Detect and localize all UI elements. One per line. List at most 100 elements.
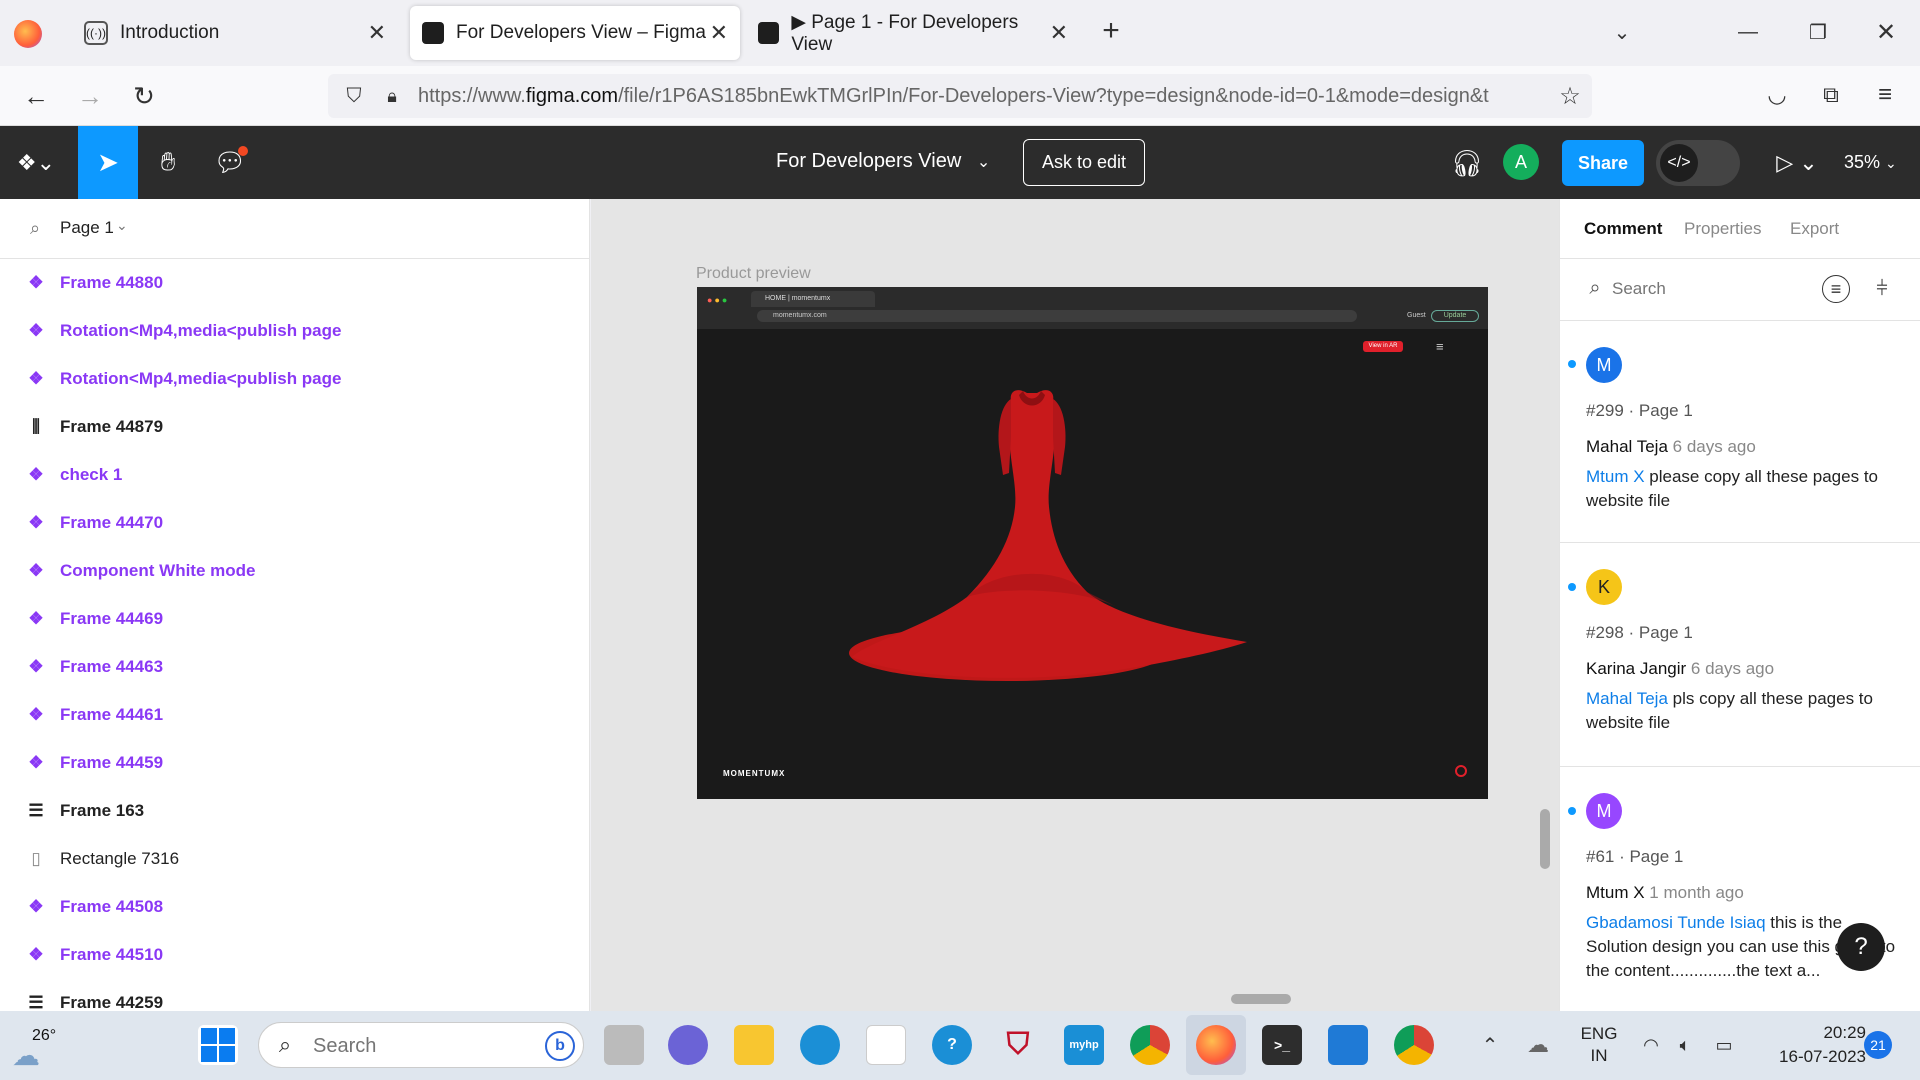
- figma-logo-icon[interactable]: ❖⌄: [16, 148, 56, 178]
- dev-mode-toggle[interactable]: </>: [1656, 140, 1740, 186]
- layer-name: Frame 44508: [60, 897, 164, 916]
- layer-row[interactable]: ▯ Rectangle 7316: [0, 835, 589, 883]
- taskbar-search-input[interactable]: [313, 1032, 513, 1060]
- headphones-icon[interactable]: 🎧︎: [1450, 146, 1484, 180]
- forward-arrow-icon[interactable]: →: [74, 80, 106, 112]
- mention[interactable]: Mtum X: [1586, 467, 1645, 486]
- tab-figma-active[interactable]: For Developers View – Figma ✕: [410, 6, 740, 60]
- layer-row[interactable]: ⫼ Frame 44879: [0, 403, 589, 451]
- vertical-scrollbar[interactable]: [1540, 809, 1550, 869]
- layer-row[interactable]: ❖ Rotation<Mp4,media<publish page: [0, 355, 589, 403]
- windows-start-icon[interactable]: [198, 1025, 238, 1065]
- vscode-icon[interactable]: [1328, 1025, 1368, 1065]
- layer-row[interactable]: ❖ Component White mode: [0, 547, 589, 595]
- new-tab-icon[interactable]: +: [1096, 14, 1126, 47]
- layer-row[interactable]: ❖ Frame 44459: [0, 739, 589, 787]
- share-button[interactable]: Share: [1562, 140, 1644, 186]
- ask-to-edit-button[interactable]: Ask to edit: [1023, 139, 1145, 186]
- filter-icon[interactable]: ≡: [1822, 275, 1850, 303]
- page-selector[interactable]: ⌕ Page 1 ⌄: [0, 199, 589, 259]
- edge-icon[interactable]: [800, 1025, 840, 1065]
- layer-row[interactable]: ❖ Frame 44469: [0, 595, 589, 643]
- minimize-icon[interactable]: —: [1734, 18, 1762, 46]
- chrome-profile-icon[interactable]: [1394, 1025, 1434, 1065]
- layer-row[interactable]: ☰ Frame 44259: [0, 979, 589, 1011]
- close-tab-icon[interactable]: ✕: [368, 20, 386, 46]
- comment-tool-icon[interactable]: 💬︎: [212, 144, 248, 180]
- language-indicator[interactable]: ENG IN: [1578, 1023, 1620, 1067]
- avatar: M: [1586, 347, 1622, 383]
- comment-search-input[interactable]: [1612, 275, 1812, 303]
- comment-item[interactable]: K #298 · Page 1 Karina Jangir 6 days ago…: [1560, 543, 1920, 767]
- file-explorer-icon[interactable]: [734, 1025, 774, 1065]
- close-window-icon[interactable]: ✕: [1872, 18, 1900, 46]
- hand-tool-icon[interactable]: ✋︎: [150, 144, 186, 180]
- mention[interactable]: Mahal Teja: [1586, 689, 1668, 708]
- task-view-icon[interactable]: [604, 1025, 644, 1065]
- user-avatar[interactable]: A: [1503, 144, 1539, 180]
- component-icon: ❖: [28, 513, 44, 532]
- author-name: Mahal Teja: [1586, 437, 1668, 456]
- present-play-icon[interactable]: ▷ ⌄: [1772, 146, 1822, 180]
- mcafee-icon[interactable]: ⛉: [998, 1025, 1038, 1065]
- design-canvas[interactable]: Product preview ●●● HOME | momentumx mom…: [591, 199, 1559, 1011]
- microsoft-store-icon[interactable]: [866, 1025, 906, 1065]
- firefox-icon[interactable]: [14, 20, 42, 48]
- layer-row[interactable]: ❖ Frame 44463: [0, 643, 589, 691]
- reload-icon[interactable]: ↻: [128, 80, 160, 112]
- file-title[interactable]: For Developers View ⌄: [776, 150, 990, 173]
- momentumx-logo: MOMENTUMX: [723, 769, 786, 778]
- layer-row[interactable]: ❖ Rotation<Mp4,media<publish page: [0, 307, 589, 355]
- layer-row[interactable]: ❖ check 1: [0, 451, 589, 499]
- close-tab-icon[interactable]: ✕: [710, 20, 728, 46]
- product-preview-frame[interactable]: ●●● HOME | momentumx momentumx.com Guest…: [697, 287, 1488, 799]
- wifi-icon[interactable]: ◠: [1638, 1033, 1664, 1057]
- bookmark-star-icon[interactable]: ☆: [1556, 82, 1584, 110]
- address-bar[interactable]: ⛉ 🔒︎ https://www.figma.com/file/r1P6AS18…: [328, 74, 1592, 118]
- move-tool-icon[interactable]: ➤: [78, 126, 138, 199]
- frame-label[interactable]: Product preview: [696, 265, 811, 283]
- notification-badge[interactable]: 21: [1864, 1031, 1892, 1059]
- layer-row[interactable]: ❖ Frame 44470: [0, 499, 589, 547]
- menu-icon[interactable]: ≡: [1870, 80, 1900, 110]
- teams-chat-icon[interactable]: [668, 1025, 708, 1065]
- chrome-icon[interactable]: [1130, 1025, 1170, 1065]
- restore-icon[interactable]: ❐: [1804, 18, 1832, 46]
- settings-sliders-icon[interactable]: ⫩: [1868, 275, 1896, 303]
- pocket-icon[interactable]: ◡: [1762, 80, 1792, 110]
- tab-introduction[interactable]: ((·)) Introduction ✕: [72, 6, 398, 60]
- firefox-icon[interactable]: [1196, 1025, 1236, 1065]
- tab-comment[interactable]: Comment: [1584, 219, 1662, 239]
- terminal-icon[interactable]: >_: [1262, 1025, 1302, 1065]
- mention[interactable]: Gbadamosi Tunde Isiaq: [1586, 913, 1766, 932]
- weather-widget[interactable]: ☁ 26°: [10, 1019, 70, 1073]
- layer-row[interactable]: ❖ Frame 44880: [0, 259, 589, 307]
- bing-icon[interactable]: b: [545, 1031, 575, 1061]
- myhp-icon[interactable]: myhp: [1064, 1025, 1104, 1065]
- volume-icon[interactable]: 🔈︎: [1672, 1033, 1698, 1057]
- tab-properties[interactable]: Properties: [1684, 219, 1761, 239]
- layer-row[interactable]: ❖ Frame 44461: [0, 691, 589, 739]
- zoom-level[interactable]: 35% ⌄: [1844, 152, 1897, 173]
- back-arrow-icon[interactable]: ←: [20, 80, 52, 112]
- layer-row[interactable]: ❖ Frame 44510: [0, 931, 589, 979]
- tab-export[interactable]: Export: [1790, 219, 1839, 239]
- tab-page1[interactable]: ▶ Page 1 - For Developers View ✕: [746, 6, 1068, 60]
- chevron-up-icon[interactable]: ⌃: [1478, 1033, 1502, 1057]
- layer-row[interactable]: ❖ Frame 44508: [0, 883, 589, 931]
- chevron-down-icon[interactable]: ⌄: [1608, 18, 1636, 46]
- layer-row[interactable]: ☰ Frame 163: [0, 787, 589, 835]
- comment-item[interactable]: M #61 · Page 1 Mtum X 1 month ago Gbadam…: [1560, 767, 1920, 1011]
- help-button[interactable]: ?: [1837, 923, 1885, 971]
- horizontal-scrollbar[interactable]: [1231, 994, 1291, 1004]
- taskbar-search[interactable]: ⌕ b: [258, 1022, 584, 1068]
- close-tab-icon[interactable]: ✕: [1050, 20, 1068, 46]
- battery-icon[interactable]: ▭: [1710, 1033, 1738, 1057]
- onedrive-icon[interactable]: ☁: [1524, 1032, 1552, 1057]
- comment-author: Mtum X 1 month ago: [1586, 883, 1744, 903]
- search-icon[interactable]: ⌕: [24, 217, 46, 239]
- comment-item[interactable]: M #299 · Page 1 Mahal Teja 6 days ago Mt…: [1560, 321, 1920, 543]
- clock[interactable]: 20:29 16-07-2023: [1760, 1021, 1866, 1069]
- extensions-icon[interactable]: ⧉: [1816, 80, 1846, 110]
- get-help-icon[interactable]: ?: [932, 1025, 972, 1065]
